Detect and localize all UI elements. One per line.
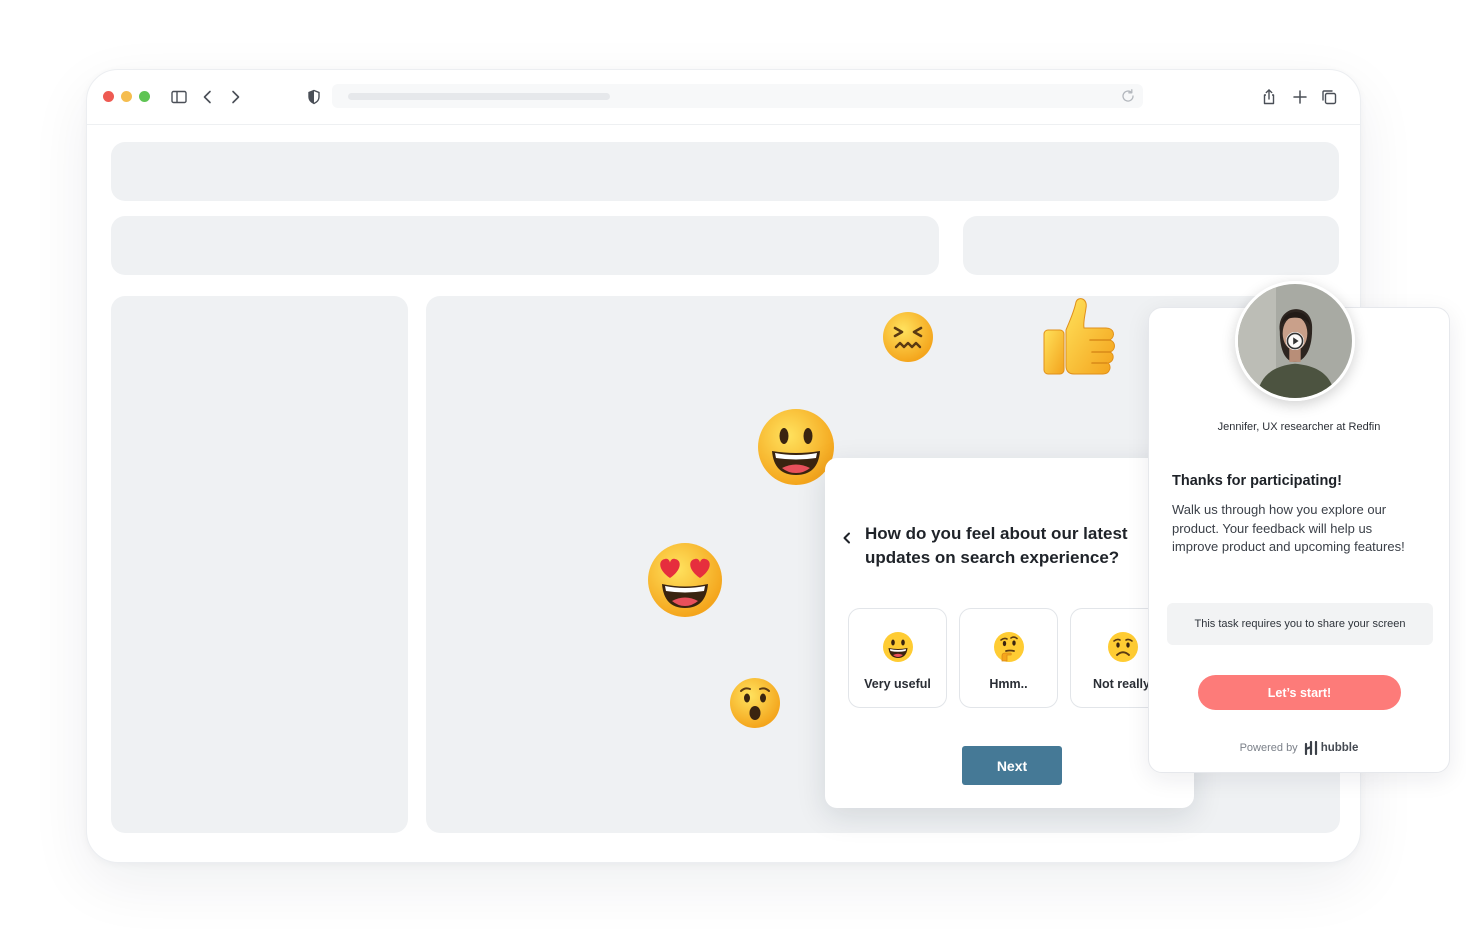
thumbs-up-icon: [1043, 298, 1115, 375]
option-label: Very useful: [864, 677, 931, 691]
smiling-face-icon: [882, 632, 913, 662]
close-window-dot[interactable]: [103, 91, 114, 102]
placeholder-header-block: [111, 142, 1339, 201]
powered-by-footer: Powered by hubble: [1149, 741, 1449, 755]
confounded-face-icon: [883, 312, 933, 362]
worried-face-icon: [1108, 632, 1138, 662]
back-arrow-icon[interactable]: [197, 86, 219, 108]
sidebar-toggle-icon[interactable]: [168, 86, 190, 108]
placeholder-wide-block: [111, 216, 939, 275]
researcher-caption: Jennifer, UX researcher at Redfin: [1217, 421, 1381, 433]
url-placeholder: [348, 93, 610, 100]
panel-description: Walk us through how you explore our prod…: [1172, 502, 1405, 554]
placeholder-sidebar: [111, 296, 408, 833]
shield-icon[interactable]: [303, 86, 325, 108]
option-not-really[interactable]: Not really: [1070, 608, 1158, 708]
brand-name: hubble: [1320, 742, 1359, 754]
tab-overview-icon[interactable]: [1318, 86, 1340, 108]
lets-start-button[interactable]: Let’s start!: [1198, 675, 1401, 710]
back-chevron-icon[interactable]: [841, 532, 853, 544]
new-tab-plus-icon[interactable]: [1289, 86, 1311, 108]
panel-title: Thanks for participating!: [1172, 473, 1342, 489]
play-icon[interactable]: [1286, 332, 1304, 350]
hubble-brand-link[interactable]: hubble: [1304, 741, 1359, 755]
surprised-face-icon: [730, 678, 780, 728]
powered-by-text: Powered by: [1239, 742, 1298, 754]
forward-arrow-icon[interactable]: [224, 86, 246, 108]
researcher-avatar[interactable]: [1235, 281, 1355, 401]
option-label: Not really: [1093, 677, 1150, 691]
option-hmm[interactable]: Hmm..: [959, 608, 1058, 708]
address-bar[interactable]: [332, 84, 1143, 108]
survey-question: How do you feel about our latest updates…: [865, 524, 1128, 567]
option-label: Hmm..: [989, 677, 1028, 691]
maximize-window-dot[interactable]: [139, 91, 150, 102]
browser-toolbar: [87, 70, 1360, 125]
hubble-logo-icon: [1304, 741, 1317, 755]
share-icon[interactable]: [1258, 86, 1280, 108]
placeholder-side-block: [963, 216, 1339, 275]
grinning-face-icon: [758, 409, 834, 485]
thinking-face-icon: [993, 632, 1024, 662]
heart-eyes-face-icon: [648, 543, 722, 617]
survey-card: How do you feel about our latest updates…: [825, 458, 1194, 808]
next-button[interactable]: Next: [962, 746, 1062, 785]
option-very-useful[interactable]: Very useful: [848, 608, 947, 708]
minimize-window-dot[interactable]: [121, 91, 132, 102]
reload-icon[interactable]: [1119, 87, 1137, 105]
screen-share-notice: This task requires you to share your scr…: [1167, 603, 1433, 645]
